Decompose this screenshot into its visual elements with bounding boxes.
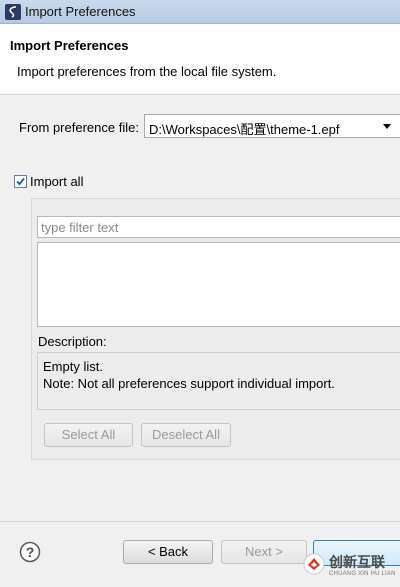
footer-separator <box>0 521 400 522</box>
banner-description: Import preferences from the local file s… <box>17 64 277 79</box>
help-icon[interactable]: ? <box>19 541 41 563</box>
description-label: Description: <box>38 334 107 349</box>
description-line: Empty list. <box>43 359 103 374</box>
window-titlebar: Import Preferences <box>0 0 400 24</box>
filter-input[interactable] <box>37 216 400 238</box>
deselect-all-button[interactable]: Deselect All <box>141 423 231 447</box>
import-all-checkbox[interactable] <box>14 175 27 188</box>
description-line: Note: Not all preferences support indivi… <box>43 376 335 391</box>
preferences-list[interactable] <box>37 242 400 327</box>
select-all-button[interactable]: Select All <box>44 423 133 447</box>
watermark-subtext: CHUANG XIN HU LIAN <box>329 571 396 577</box>
svg-text:?: ? <box>26 544 35 560</box>
watermark-text: 创新互联 <box>329 554 385 570</box>
back-button[interactable]: < Back <box>123 540 213 564</box>
preference-file-combo[interactable]: D:\Workspaces\配置\theme-1.epf <box>144 114 400 138</box>
preference-file-value: D:\Workspaces\配置\theme-1.epf <box>149 122 340 137</box>
banner-title: Import Preferences <box>10 38 129 53</box>
import-all-label[interactable]: Import all <box>30 174 83 189</box>
checkmark-icon <box>16 177 25 186</box>
window-title: Import Preferences <box>25 4 136 19</box>
description-box: Empty list. Note: Not all preferences su… <box>37 352 400 410</box>
next-button[interactable]: Next > <box>221 540 307 564</box>
from-file-label: From preference file: <box>19 120 139 135</box>
chevron-down-icon[interactable] <box>383 124 391 129</box>
watermark-logo-icon <box>303 553 325 575</box>
eclipse-app-icon <box>5 4 21 20</box>
watermark: 创新互联 CHUANG XIN HU LIAN <box>297 549 400 587</box>
wizard-banner: Import Preferences Import preferences fr… <box>0 24 400 95</box>
